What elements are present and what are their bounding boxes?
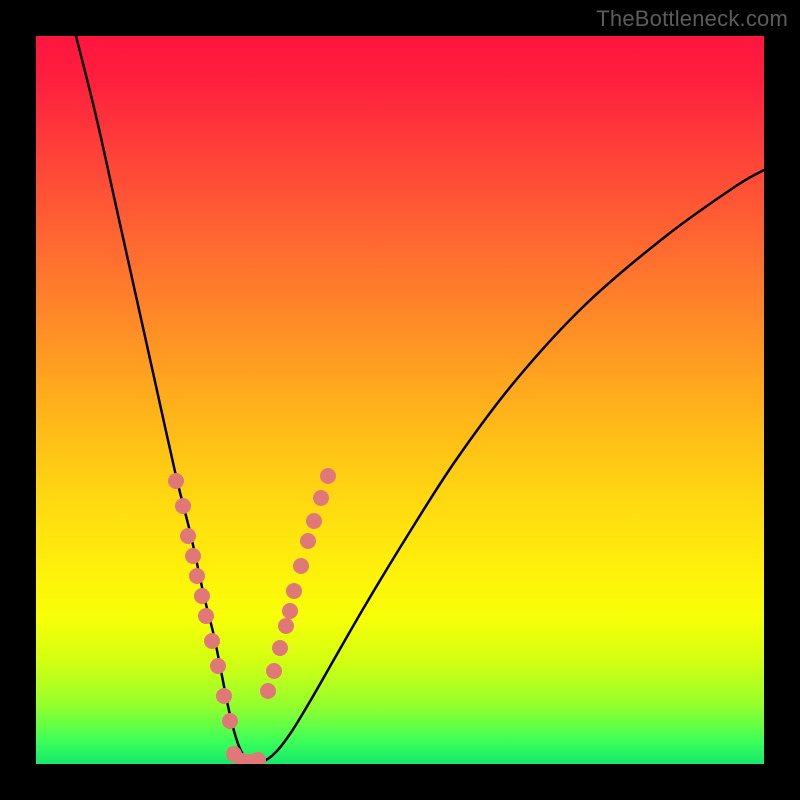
data-marker: [313, 490, 329, 506]
plot-area: [36, 36, 764, 764]
curve-svg: [36, 36, 764, 764]
data-marker: [320, 468, 336, 484]
data-marker: [260, 683, 276, 699]
data-marker: [293, 558, 309, 574]
data-marker: [204, 633, 220, 649]
data-marker: [306, 513, 322, 529]
data-marker: [300, 533, 316, 549]
data-marker: [266, 663, 282, 679]
watermark-text: TheBottleneck.com: [596, 6, 788, 32]
data-marker: [216, 688, 232, 704]
data-marker: [272, 640, 288, 656]
data-marker: [210, 658, 226, 674]
data-marker: [278, 618, 294, 634]
data-marker: [222, 713, 238, 729]
data-marker: [250, 752, 266, 764]
marker-group: [168, 468, 336, 764]
data-marker: [185, 548, 201, 564]
data-marker: [198, 608, 214, 624]
data-marker: [282, 603, 298, 619]
data-marker: [168, 473, 184, 489]
chart-frame: TheBottleneck.com: [0, 0, 800, 800]
data-marker: [189, 568, 205, 584]
data-marker: [286, 583, 302, 599]
data-marker: [194, 588, 210, 604]
data-marker: [175, 498, 191, 514]
data-marker: [180, 528, 196, 544]
bottleneck-curve: [76, 36, 764, 763]
